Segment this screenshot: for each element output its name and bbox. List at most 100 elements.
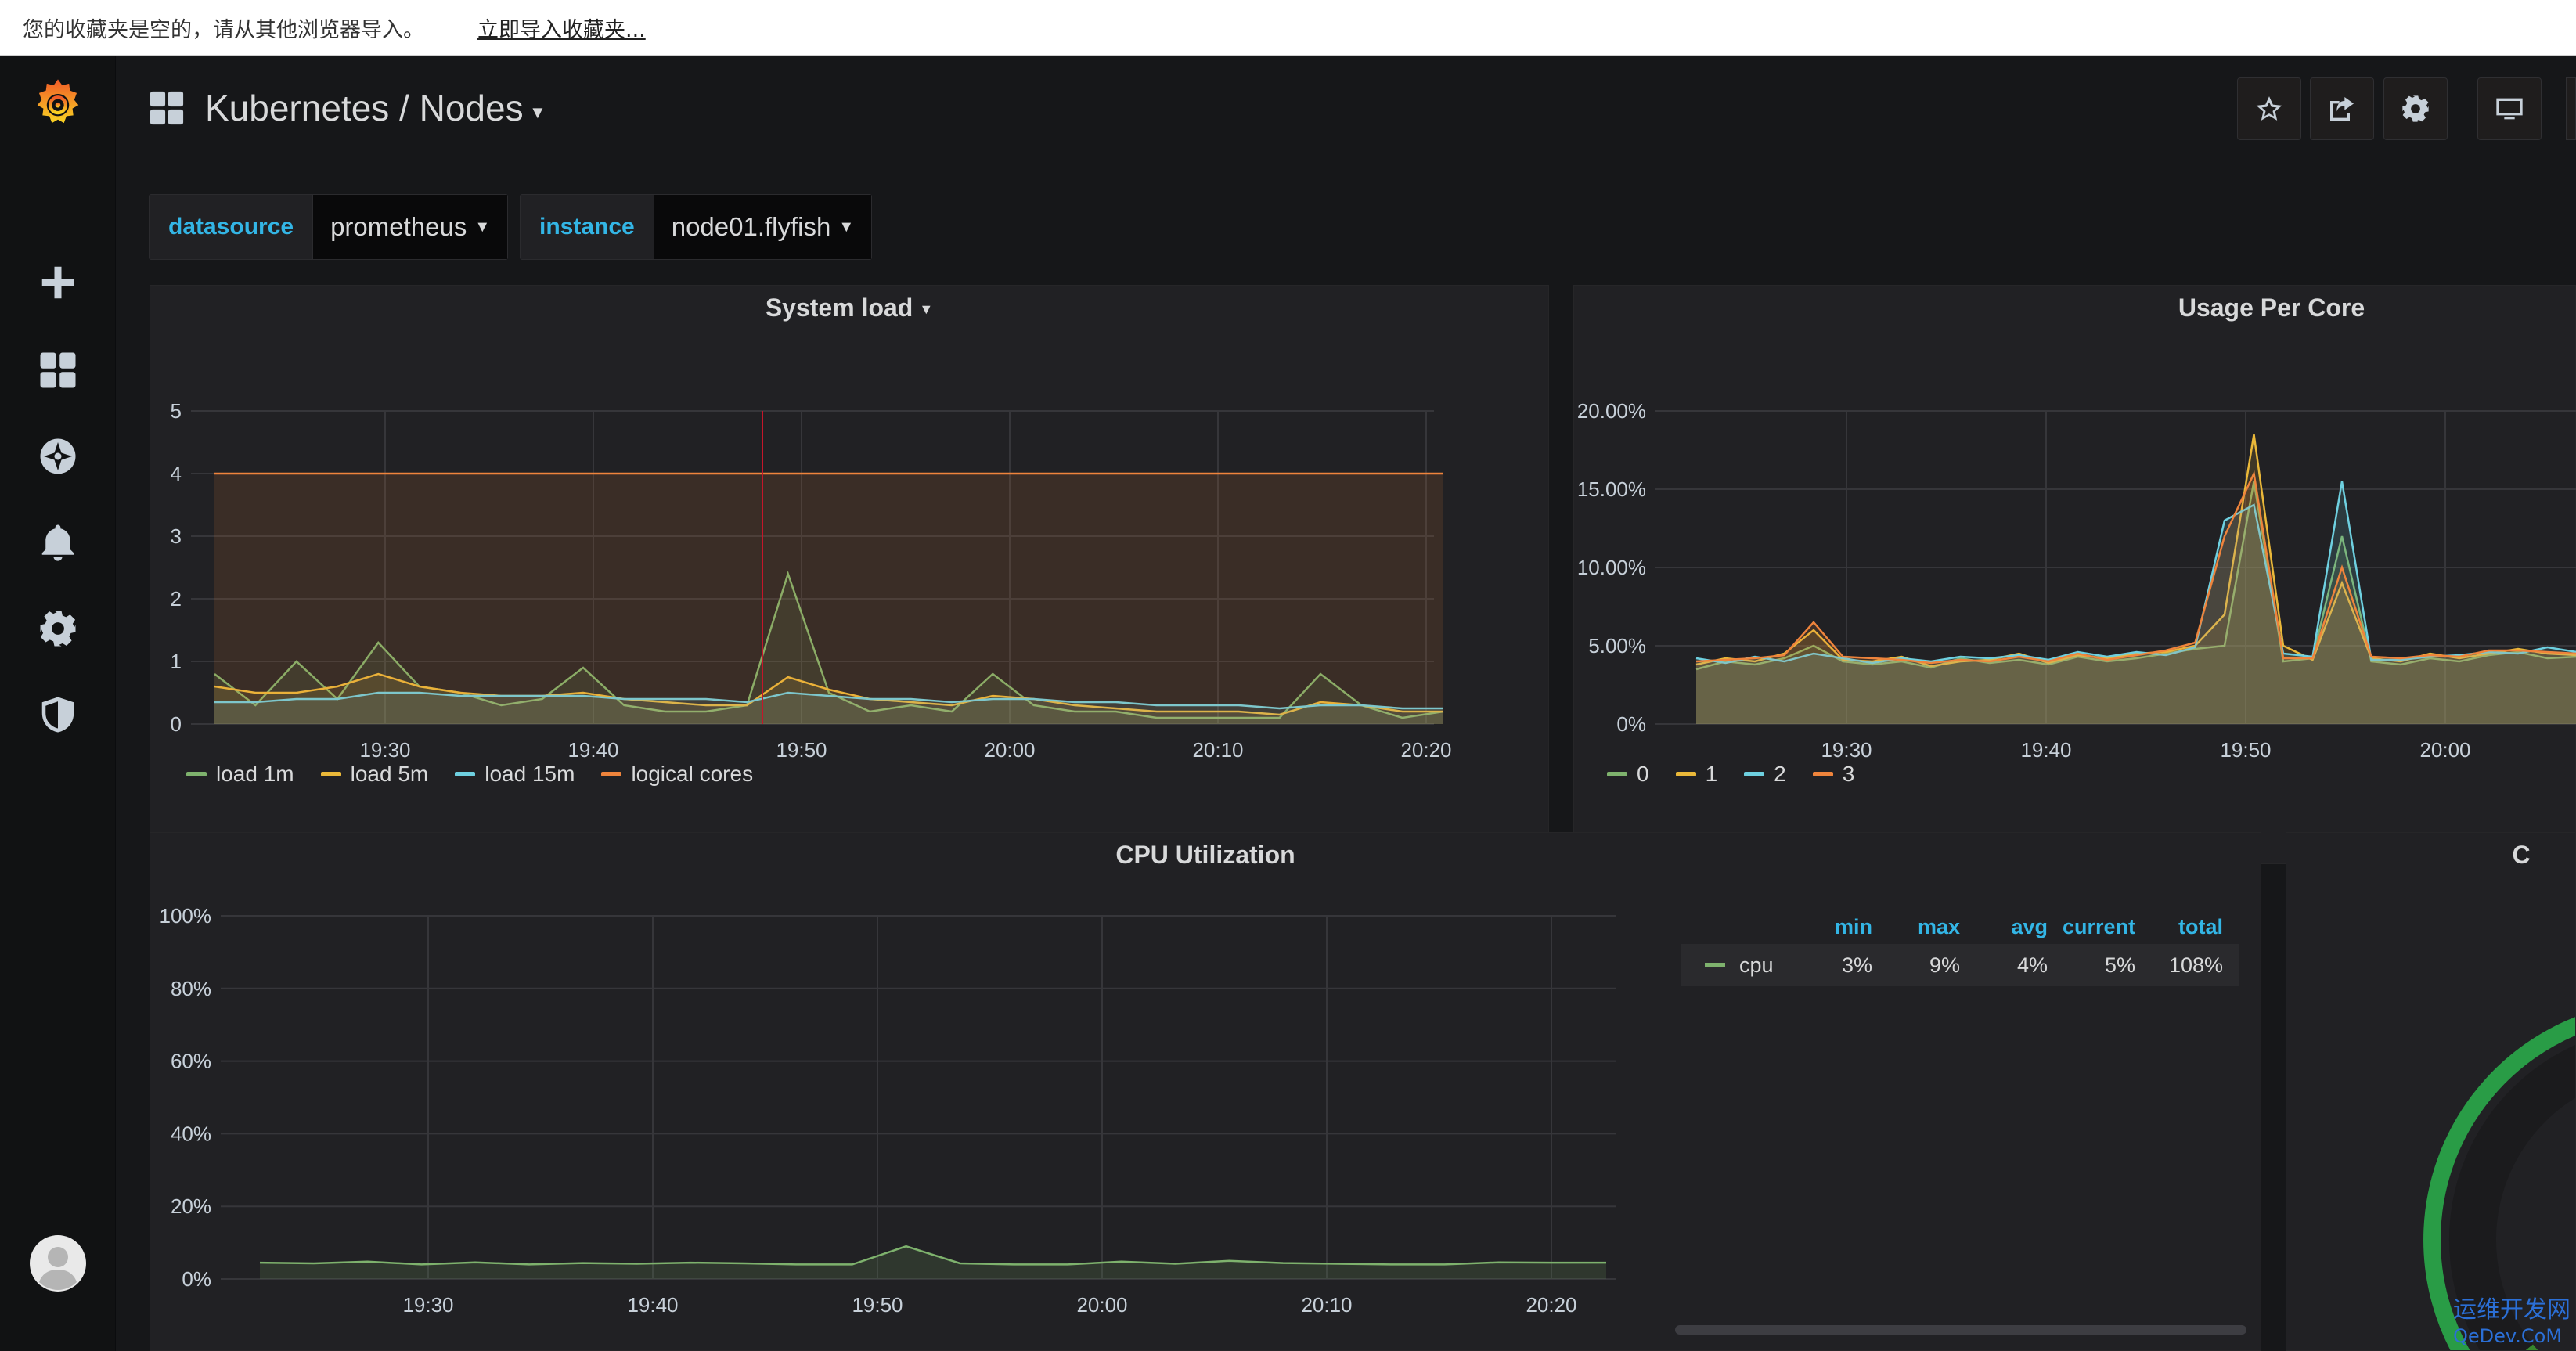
legend-label: load 1m — [216, 762, 294, 786]
alert-bell-icon[interactable] — [34, 519, 81, 566]
x-tick-label: 19:30 — [1821, 738, 1872, 762]
instance-label: instance — [521, 195, 654, 259]
dashboard-grid-icon — [150, 91, 184, 125]
y-tick-label: 15.00% — [1577, 477, 1646, 501]
dashboard-navbar: Kubernetes / Nodes ▼ — [116, 56, 2576, 165]
y-tick-label: 60% — [171, 1050, 211, 1073]
y-tick-label: 5 — [171, 399, 182, 423]
y-tick-label: 10.00% — [1577, 556, 1646, 579]
system-load-chart[interactable]: 0 1 2 3 4 5 19:30 19:40 19:50 20:00 20:10 20:20 — [150, 286, 1550, 802]
star-button[interactable] — [2237, 77, 2301, 140]
cpu-gauge-chart — [2423, 1017, 2575, 1350]
x-tick-label: 20:20 — [1526, 1293, 1576, 1317]
y-tick-label: 4 — [171, 462, 182, 485]
browser-bookmark-bar: 您的收藏夹是空的，请从其他浏览器导入。 立即导入收藏夹... — [0, 0, 2576, 56]
tv-monitor-icon — [2496, 98, 2523, 120]
legend-item[interactable]: load 1m — [186, 762, 294, 787]
y-tick-label: 20.00% — [1577, 399, 1646, 423]
legend-item[interactable]: load 15m — [455, 762, 575, 787]
explore-compass-icon[interactable] — [34, 433, 81, 480]
legend-item[interactable]: load 5m — [320, 762, 429, 787]
table-header: min max avg current total — [1681, 910, 2239, 944]
usage-per-core-legend: 0 1 2 3 — [1607, 762, 1854, 787]
legend-item[interactable]: 1 — [1675, 762, 1718, 787]
usage-per-core-chart[interactable]: 0% 5.00% 10.00% 15.00% 20.00% 19:30 19:40 19:50… — [1574, 286, 2576, 802]
series-line-1 — [1695, 434, 2576, 668]
x-tick-label: 19:50 — [852, 1293, 903, 1317]
legend-label: 3 — [1842, 762, 1855, 786]
col-avg[interactable]: avg — [1974, 915, 2062, 939]
settings-icon — [2402, 95, 2429, 122]
series-name: cpu — [1739, 953, 1774, 977]
bookmark-empty-message: 您的收藏夹是空的，请从其他浏览器导入。 — [23, 18, 424, 42]
legend-label: load 5m — [350, 762, 429, 786]
y-tick-label: 3 — [171, 524, 182, 548]
user-avatar-icon[interactable] — [30, 1235, 86, 1292]
cell-avg: 4% — [2016, 953, 2048, 977]
legend-label: 1 — [1705, 762, 1718, 786]
y-tick-label: 100% — [160, 904, 212, 928]
x-tick-label: 19:50 — [776, 738, 827, 762]
chevron-down-icon: ▼ — [838, 218, 855, 236]
y-tick-label: 2 — [171, 587, 182, 611]
series-area-3 — [1696, 474, 2576, 724]
x-tick-label: 19:50 — [2220, 738, 2271, 762]
cell-max: 9% — [1929, 953, 1960, 977]
legend-label: logical cores — [631, 762, 754, 786]
share-button[interactable] — [2310, 77, 2374, 140]
series-area-logical-cores — [214, 474, 1443, 724]
x-tick-label: 20:00 — [1076, 1293, 1127, 1317]
legend-item[interactable]: 0 — [1607, 762, 1649, 787]
series-line-2 — [1695, 481, 2576, 665]
datasource-variable: datasource prometheus ▼ — [149, 194, 509, 260]
legend-item[interactable]: 2 — [1744, 762, 1786, 787]
system-load-legend: load 1m load 5m load 15m logical cores — [186, 762, 753, 787]
datasource-select[interactable]: prometheus ▼ — [313, 195, 508, 259]
cpu-utilization-chart[interactable]: 0% 20% 40% 60% 80% 100% 19:30 19:40 19:50 20:00 20… — [150, 833, 1825, 1351]
legend-scrollbar[interactable] — [1675, 1325, 2246, 1335]
legend-item[interactable]: 3 — [1812, 762, 1855, 787]
grafana-logo-icon[interactable] — [31, 76, 85, 131]
dashboards-icon[interactable] — [34, 347, 81, 394]
star-icon — [2256, 96, 2282, 121]
title-chevron-down-icon[interactable]: ▼ — [529, 103, 546, 123]
instance-select[interactable]: node01.flyfish ▼ — [654, 195, 872, 259]
import-bookmarks-link[interactable]: 立即导入收藏夹... — [477, 13, 646, 43]
y-tick-label: 0 — [171, 712, 182, 736]
legend-item[interactable]: logical cores — [601, 762, 753, 787]
navbar-overflow-button[interactable] — [2566, 77, 2576, 140]
col-max[interactable]: max — [1886, 915, 1974, 939]
chevron-down-icon: ▼ — [474, 218, 491, 236]
plus-icon[interactable] — [34, 259, 81, 306]
col-total[interactable]: total — [2149, 915, 2237, 939]
x-tick-label: 19:40 — [2020, 738, 2071, 762]
col-min[interactable]: min — [1799, 915, 1886, 939]
datasource-value: prometheus — [330, 212, 467, 241]
x-tick-label: 20:00 — [2419, 738, 2470, 762]
cpu-gauge-panel: C — [2286, 832, 2576, 1351]
x-tick-label: 19:30 — [402, 1293, 453, 1317]
cell-min: 3% — [1841, 953, 1872, 977]
y-tick-label: 5.00% — [1588, 634, 1646, 657]
y-tick-label: 80% — [171, 977, 211, 1000]
system-load-panel: System load ▼ 0 1 2 3 4 5 19:30 19:40 19:50 20:00 2… — [150, 285, 1549, 864]
datasource-label: datasource — [150, 195, 314, 259]
tv-mode-button[interactable] — [2477, 77, 2542, 140]
instance-value: node01.flyfish — [671, 212, 831, 241]
x-tick-label: 19:30 — [359, 738, 410, 762]
table-row[interactable]: cpu 3% 9% 4% 5% 108% — [1681, 944, 2239, 986]
x-tick-label: 20:10 — [1301, 1293, 1352, 1317]
series-swatch — [1705, 963, 1725, 967]
x-tick-label: 20:20 — [1400, 738, 1451, 762]
gear-icon[interactable] — [34, 605, 81, 652]
x-tick-label: 20:00 — [984, 738, 1035, 762]
col-current[interactable]: current — [2062, 915, 2149, 939]
usage-per-core-panel: Usage Per Core 0% 5.00% 10.00% 15.00% 20.00%… — [1573, 285, 2576, 864]
shield-icon[interactable] — [34, 691, 81, 738]
x-tick-label: 19:40 — [627, 1293, 678, 1317]
dashboard-title[interactable]: Kubernetes / Nodes — [205, 87, 524, 129]
instance-variable: instance node01.flyfish ▼ — [520, 194, 873, 260]
y-tick-label: 0% — [1616, 712, 1646, 736]
settings-button[interactable] — [2383, 77, 2448, 140]
cpu-legend-table: min max avg current total cpu 3% 9% 4% 5… — [1681, 910, 2239, 986]
